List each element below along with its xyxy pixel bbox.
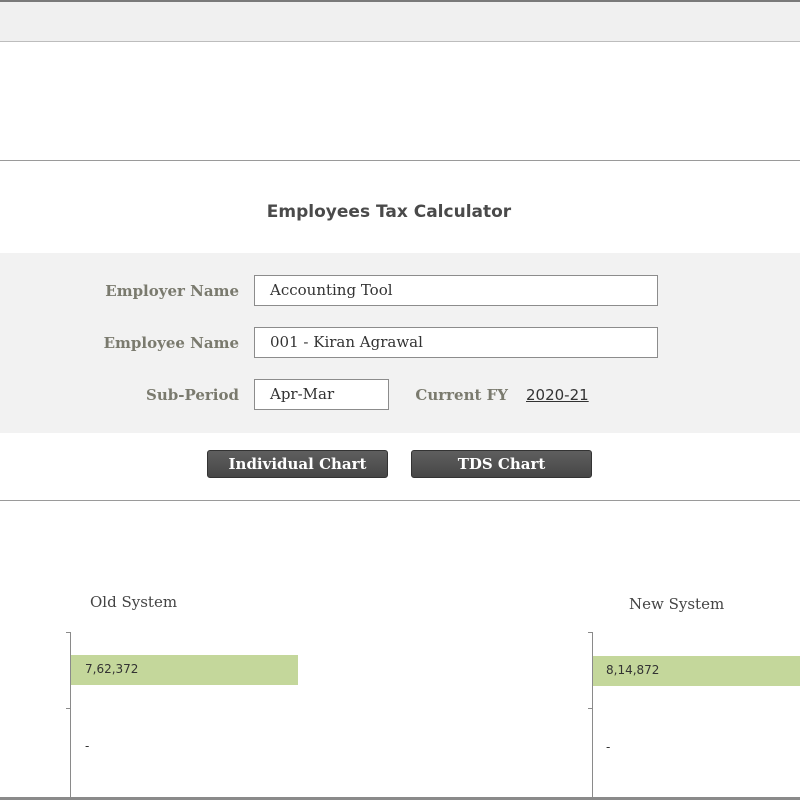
tax-calculator-sheet: Employees Tax Calculator Employer Name A… — [0, 0, 800, 800]
new-system-chart-title: New System — [629, 595, 725, 613]
tds-chart-button[interactable]: TDS Chart — [411, 450, 592, 478]
employer-name-field[interactable]: Accounting Tool — [254, 275, 658, 306]
sub-period-field[interactable]: Apr-Mar — [254, 379, 389, 410]
page-title: Employees Tax Calculator — [266, 202, 512, 222]
current-fy-label: Current FY — [415, 386, 508, 404]
new-system-bar-label: 8,14,872 — [606, 663, 660, 677]
employee-name-label: Employee Name — [103, 334, 239, 352]
current-fy-value[interactable]: 2020-21 — [526, 386, 589, 404]
employee-name-field[interactable]: 001 - Kiran Agrawal — [254, 327, 658, 358]
section-divider-bottom — [0, 500, 800, 501]
old-system-axis-tick — [66, 708, 71, 709]
employer-name-label: Employer Name — [105, 282, 239, 300]
old-system-chart-title: Old System — [90, 593, 178, 611]
individual-chart-button[interactable]: Individual Chart — [207, 450, 388, 478]
sub-period-label: Sub-Period — [146, 386, 239, 404]
section-divider-top — [0, 160, 800, 161]
old-system-bar-label: - — [85, 739, 90, 753]
new-system-axis-tick — [588, 632, 593, 633]
top-toolbar-strip — [0, 0, 800, 42]
new-system-axis-tick — [588, 708, 593, 709]
old-system-axis-tick — [66, 632, 71, 633]
old-system-bar-label: 7,62,372 — [85, 662, 139, 676]
new-system-bar-label: - — [606, 740, 611, 754]
